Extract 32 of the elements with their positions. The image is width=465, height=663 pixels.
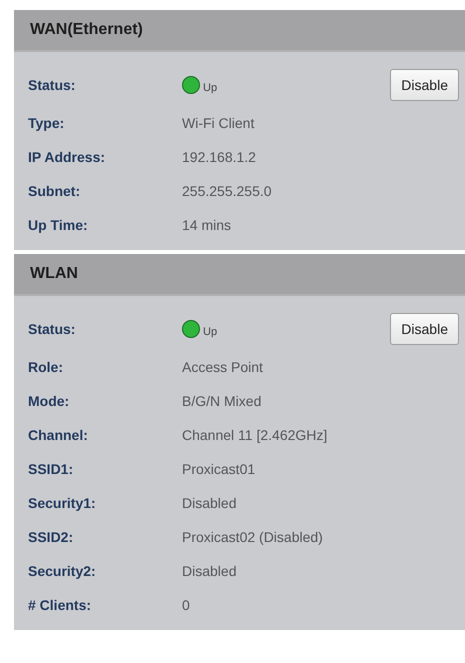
field-label: Security2: xyxy=(28,563,97,579)
field-label: SSID2: xyxy=(28,529,74,545)
field-label: Status: xyxy=(28,321,76,337)
field-value: 192.168.1.2 xyxy=(182,149,256,165)
field-value: B/G/N Mixed xyxy=(182,393,262,409)
field-label: Security1: xyxy=(28,495,97,511)
field-value: Wi-Fi Client xyxy=(182,115,254,131)
field-value: Proxicast01 xyxy=(182,461,256,477)
field-label: Role: xyxy=(28,359,64,375)
section-header: WAN(Ethernet) xyxy=(14,10,465,52)
field-label: IP Address: xyxy=(28,149,106,165)
section-header: WLAN xyxy=(14,254,465,296)
field-label: # Clients: xyxy=(28,597,92,613)
field-value: 255.255.255.0 xyxy=(182,183,272,199)
field-value: Access Point xyxy=(182,359,263,375)
field-value: 0 xyxy=(182,597,190,613)
status-value: Up xyxy=(203,82,218,94)
field-label: Mode: xyxy=(28,393,70,409)
field-label: Type: xyxy=(28,115,66,131)
field-label: SSID1: xyxy=(28,461,74,477)
field-value: Disabled xyxy=(182,495,236,511)
field-label: Up Time: xyxy=(28,217,89,233)
field-label: Subnet: xyxy=(28,183,82,199)
field-label: Status: xyxy=(28,77,76,93)
status-value: Up xyxy=(203,326,218,338)
field-label: Channel: xyxy=(28,427,89,443)
disable-button[interactable]: Disable xyxy=(390,69,459,101)
disable-button[interactable]: Disable xyxy=(390,313,459,345)
field-value: Disabled xyxy=(182,563,236,579)
field-value: Proxicast02 (Disabled) xyxy=(182,529,323,545)
field-value: 14 mins xyxy=(182,217,232,233)
field-value: Channel 11 [2.462GHz] xyxy=(182,427,328,443)
